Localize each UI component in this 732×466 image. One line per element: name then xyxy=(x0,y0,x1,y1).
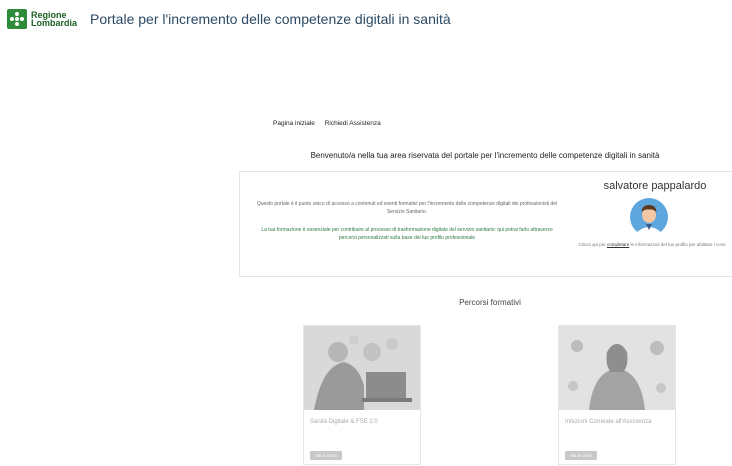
go-to-courses-button[interactable]: Vai ai corsi xyxy=(310,451,342,460)
nav-support-link[interactable]: Richiedi Assistenza xyxy=(325,120,381,127)
course-thumbnail xyxy=(559,326,675,410)
nav-home-link[interactable]: Pagina iniziale xyxy=(273,120,315,127)
profile-note: Clicca qui per completare le informazion… xyxy=(568,241,732,248)
intro-green-text: La tua formazione è essenziale per contr… xyxy=(261,227,553,241)
lombardia-rose-icon xyxy=(7,9,27,29)
logo-text: Regione Lombardia xyxy=(31,11,78,28)
main-nav: Pagina iniziale Richiedi Assistenza xyxy=(273,120,389,127)
go-to-courses-button[interactable]: Vai ai corsi xyxy=(565,451,597,460)
course-card[interactable]: Infezioni Correlate all'Assistenza Vai a… xyxy=(558,325,676,465)
portal-title: Portale per l'incremento delle competenz… xyxy=(90,11,451,27)
regione-lombardia-logo[interactable]: Regione Lombardia xyxy=(7,9,77,29)
complete-profile-link[interactable]: completare xyxy=(607,242,629,247)
course-title: Sanità Digitale & FSE 2.0 xyxy=(310,419,378,425)
logo-line-2: Lombardia xyxy=(31,18,78,28)
user-name: salvatore pappalardo xyxy=(603,180,707,192)
profile-note-prefix: Clicca qui per xyxy=(578,242,607,247)
user-avatar-icon xyxy=(630,198,668,237)
top-bar: Regione Lombardia Portale per l'incremen… xyxy=(0,0,732,40)
profile-note-suffix: le informazioni del tuo profilo per abil… xyxy=(629,242,726,247)
welcome-card: Questo portale è il punto unico di acces… xyxy=(239,171,732,277)
course-title: Infezioni Correlate all'Assistenza xyxy=(565,419,652,425)
intro-text: Questo portale è il punto unico di acces… xyxy=(256,201,558,215)
welcome-heading: Benvenuto/a nella tua area riservata del… xyxy=(310,151,660,160)
course-card[interactable]: Sanità Digitale & FSE 2.0 Vai ai corsi xyxy=(303,325,421,465)
course-thumbnail xyxy=(304,326,420,410)
section-title: Percorsi formativi xyxy=(459,298,521,307)
